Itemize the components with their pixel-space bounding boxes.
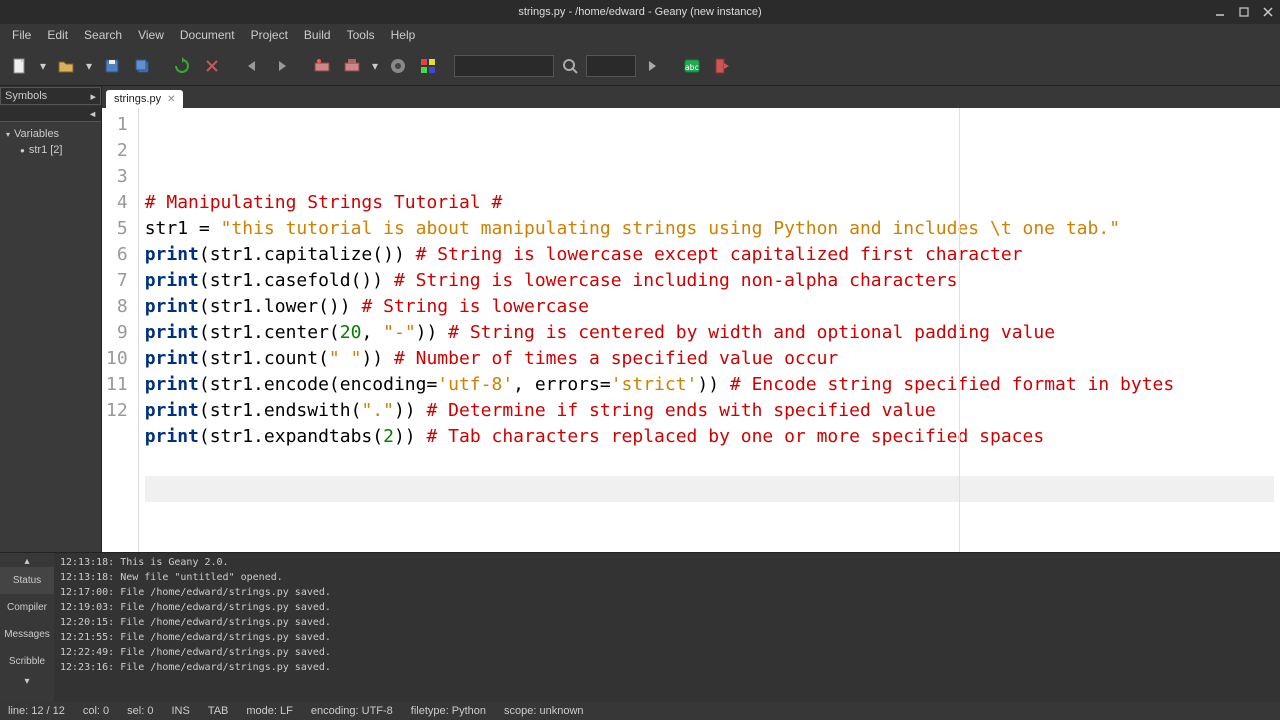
log-entry: 12:20:15: File /home/edward/strings.py s… bbox=[60, 615, 1274, 630]
new-file-dropdown[interactable]: ▾ bbox=[36, 59, 50, 73]
titlebar: strings.py - /home/edward - Geany (new i… bbox=[0, 0, 1280, 24]
log-entry: 12:13:18: This is Geany 2.0. bbox=[60, 555, 1274, 570]
nav-forward-button[interactable] bbox=[268, 52, 296, 80]
code-content[interactable]: # Manipulating Strings Tutorial #str1 = … bbox=[139, 108, 1280, 552]
code-line[interactable]: print(str1.expandtabs(2)) # Tab characte… bbox=[145, 424, 1274, 450]
line-gutter: 123456789101112 bbox=[102, 108, 139, 552]
sidebar-selector[interactable]: Symbols▸ bbox=[0, 87, 101, 105]
status-sel: sel: 0 bbox=[127, 705, 153, 717]
open-recent-dropdown[interactable]: ▾ bbox=[82, 59, 96, 73]
compile-button[interactable] bbox=[308, 52, 336, 80]
status-scope: scope: unknown bbox=[504, 705, 584, 717]
sidebar-collapse-icon[interactable]: ◄ bbox=[88, 109, 97, 119]
code-line[interactable]: print(str1.encode(encoding='utf-8', erro… bbox=[145, 372, 1274, 398]
status-eol: mode: LF bbox=[246, 705, 292, 717]
variable-icon: ● bbox=[20, 146, 25, 155]
status-col: col: 0 bbox=[83, 705, 109, 717]
margin-guide bbox=[959, 108, 960, 552]
search-input[interactable] bbox=[586, 55, 636, 77]
quit-button[interactable] bbox=[708, 52, 736, 80]
panel-tab-messages[interactable]: Messages bbox=[0, 621, 54, 648]
goto-line-button[interactable] bbox=[556, 52, 584, 80]
status-filetype: filetype: Python bbox=[411, 705, 486, 717]
status-indent: TAB bbox=[208, 705, 229, 717]
menu-help[interactable]: Help bbox=[383, 26, 424, 44]
color-picker-button[interactable] bbox=[414, 52, 442, 80]
menu-search[interactable]: Search bbox=[76, 26, 130, 44]
code-line[interactable]: print(str1.lower()) # String is lowercas… bbox=[145, 294, 1274, 320]
code-editor[interactable]: 123456789101112 # Manipulating Strings T… bbox=[102, 108, 1280, 552]
menu-file[interactable]: File bbox=[4, 26, 39, 44]
build-dropdown[interactable]: ▾ bbox=[368, 59, 382, 73]
save-button[interactable] bbox=[98, 52, 126, 80]
tab-strings-py[interactable]: strings.py ✕ bbox=[106, 90, 183, 108]
tab-close-icon[interactable]: ✕ bbox=[167, 94, 175, 105]
maximize-button[interactable] bbox=[1236, 4, 1252, 20]
log-entry: 12:17:00: File /home/edward/strings.py s… bbox=[60, 585, 1274, 600]
status-messages[interactable]: 12:13:18: This is Geany 2.0.12:13:18: Ne… bbox=[54, 553, 1280, 702]
code-line[interactable]: print(str1.capitalize()) # String is low… bbox=[145, 242, 1274, 268]
nav-back-button[interactable] bbox=[238, 52, 266, 80]
panel-tab-status[interactable]: Status bbox=[0, 567, 54, 594]
log-entry: 12:22:49: File /home/edward/strings.py s… bbox=[60, 645, 1274, 660]
panel-scroll-up[interactable]: ▴ bbox=[0, 555, 54, 567]
panel-scroll-down[interactable]: ▾ bbox=[0, 675, 54, 687]
open-file-button[interactable] bbox=[52, 52, 80, 80]
reload-button[interactable] bbox=[168, 52, 196, 80]
execute-button[interactable]: abc bbox=[678, 52, 706, 80]
log-entry: 12:23:16: File /home/edward/strings.py s… bbox=[60, 660, 1274, 675]
code-line[interactable] bbox=[145, 476, 1274, 502]
log-entry: 12:21:55: File /home/edward/strings.py s… bbox=[60, 630, 1274, 645]
goto-line-input[interactable] bbox=[454, 55, 554, 77]
close-file-button[interactable] bbox=[198, 52, 226, 80]
menubar: File Edit Search View Document Project B… bbox=[0, 24, 1280, 46]
code-line[interactable]: # Manipulating Strings Tutorial # bbox=[145, 190, 1274, 216]
new-file-button[interactable] bbox=[6, 52, 34, 80]
code-line[interactable]: print(str1.center(20, "-")) # String is … bbox=[145, 320, 1274, 346]
tab-label: strings.py bbox=[114, 93, 161, 105]
chevron-down-icon: ▾ bbox=[6, 130, 10, 139]
save-all-button[interactable] bbox=[128, 52, 156, 80]
editor-tabs: strings.py ✕ bbox=[102, 86, 1280, 108]
close-button[interactable] bbox=[1260, 4, 1276, 20]
minimize-button[interactable] bbox=[1212, 4, 1228, 20]
sidebar: Symbols▸ ◄ ▾Variables ●str1 [2] bbox=[0, 86, 102, 552]
code-line[interactable]: str1 = "this tutorial is about manipulat… bbox=[145, 216, 1274, 242]
code-line[interactable]: print(str1.count(" ")) # Number of times… bbox=[145, 346, 1274, 372]
log-entry: 12:13:18: New file "untitled" opened. bbox=[60, 570, 1274, 585]
statusbar: line: 12 / 12 col: 0 sel: 0 INS TAB mode… bbox=[0, 702, 1280, 720]
panel-tab-compiler[interactable]: Compiler bbox=[0, 594, 54, 621]
window-title: strings.py - /home/edward - Geany (new i… bbox=[518, 6, 761, 18]
panel-tab-scribble[interactable]: Scribble bbox=[0, 648, 54, 675]
tree-category-variables[interactable]: ▾Variables bbox=[2, 126, 99, 142]
menu-build[interactable]: Build bbox=[296, 26, 339, 44]
menu-edit[interactable]: Edit bbox=[39, 26, 76, 44]
message-panel: ▴ Status Compiler Messages Scribble ▾ 12… bbox=[0, 552, 1280, 702]
menu-project[interactable]: Project bbox=[243, 26, 296, 44]
log-entry: 12:19:03: File /home/edward/strings.py s… bbox=[60, 600, 1274, 615]
status-line: line: 12 / 12 bbox=[8, 705, 65, 717]
search-button[interactable] bbox=[638, 52, 666, 80]
symbols-tree: ▾Variables ●str1 [2] bbox=[0, 122, 101, 552]
menu-document[interactable]: Document bbox=[172, 26, 243, 44]
code-line[interactable]: print(str1.casefold()) # String is lower… bbox=[145, 268, 1274, 294]
run-button[interactable] bbox=[384, 52, 412, 80]
status-insert-mode: INS bbox=[171, 705, 189, 717]
toolbar: ▾ ▾ ▾ abc bbox=[0, 46, 1280, 86]
code-line[interactable] bbox=[145, 450, 1274, 476]
menu-view[interactable]: View bbox=[130, 26, 172, 44]
status-encoding: encoding: UTF-8 bbox=[311, 705, 393, 717]
build-button[interactable] bbox=[338, 52, 366, 80]
code-line[interactable]: print(str1.endswith(".")) # Determine if… bbox=[145, 398, 1274, 424]
tree-symbol-str1[interactable]: ●str1 [2] bbox=[2, 142, 99, 158]
menu-tools[interactable]: Tools bbox=[339, 26, 383, 44]
svg-text:abc: abc bbox=[685, 63, 700, 72]
